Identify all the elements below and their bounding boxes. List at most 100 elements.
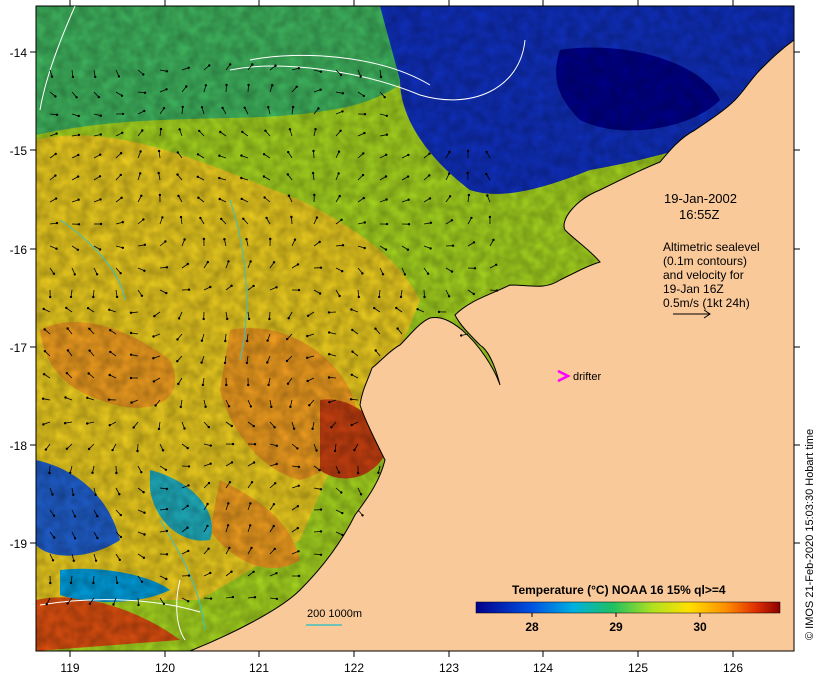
velocity-arrow-head (273, 426, 276, 429)
velocity-arrow-head (286, 337, 289, 341)
velocity-arrow-head (250, 481, 254, 484)
velocity-arrow-head (129, 353, 133, 356)
velocity-arrow-head (183, 427, 186, 430)
velocity-arrow-head (143, 243, 147, 246)
velocity-arrow-head (275, 444, 278, 447)
velocity-arrow-head (76, 175, 80, 178)
time-label: 16:55Z (679, 207, 720, 222)
velocity-arrow-head (287, 150, 290, 154)
velocity-arrow-head (109, 350, 112, 354)
x-tick-119: 119 (60, 661, 79, 675)
velocity-arrow-head (162, 107, 166, 110)
velocity-arrow-head (295, 85, 298, 89)
velocity-arrow-head (119, 513, 123, 517)
velocity-arrow-head (250, 546, 253, 550)
velocity-arrow-head (319, 88, 322, 91)
velocity-arrow-head (87, 447, 91, 451)
velocity-arrow-head (96, 515, 99, 518)
velocity-arrow-head (55, 113, 59, 117)
velocity-arrow-head (158, 193, 162, 197)
velocity-arrow-head (423, 295, 426, 299)
velocity-arrow-head (385, 222, 389, 226)
velocity-arrow-head (318, 468, 321, 472)
velocity-arrow-head (129, 331, 133, 335)
velocity-arrow-head (353, 448, 356, 452)
velocity-arrow-head (339, 129, 342, 132)
velocity-arrow-head (228, 481, 232, 484)
velocity-arrow-head (140, 194, 143, 197)
velocity-arrow-head (153, 314, 156, 318)
velocity-arrow-head (64, 396, 67, 399)
velocity-arrow-head (350, 423, 353, 427)
velocity-arrow-head (296, 526, 299, 530)
velocity-arrow-head (165, 487, 169, 491)
velocity-arrow-head (50, 75, 54, 78)
velocity-arrow-head (226, 524, 230, 527)
velocity-arrow-head (185, 85, 188, 88)
x-tick-123: 123 (439, 661, 459, 675)
velocity-arrow-head (252, 461, 256, 464)
velocity-arrow-head (200, 361, 203, 364)
velocity-arrow-head (428, 197, 432, 200)
velocity-arrow-head (99, 198, 102, 201)
velocity-arrow-head (349, 398, 353, 401)
velocity-arrow-head (252, 424, 255, 428)
velocity-arrow-head (196, 153, 200, 156)
velocity-arrow-head (86, 422, 89, 425)
velocity-arrow-head (92, 295, 95, 299)
velocity-arrow-head (204, 84, 208, 87)
velocity-arrow-head (154, 404, 157, 407)
y-tick-14: -14 (10, 46, 28, 60)
velocity-arrow-head (341, 533, 344, 537)
velocity-arrow-head (243, 106, 246, 110)
velocity-arrow-head (470, 216, 473, 220)
velocity-arrow-head (152, 335, 155, 338)
velocity-arrow-head (142, 73, 145, 76)
velocity-arrow-head (86, 307, 90, 310)
velocity-arrow-head (289, 405, 292, 408)
velocity-arrow-head (121, 131, 124, 134)
velocity-arrow-head (407, 223, 411, 226)
velocity-arrow-head (319, 553, 323, 556)
velocity-arrow-head (53, 536, 56, 539)
velocity-arrow-head (308, 404, 311, 407)
velocity-arrow-head (224, 339, 227, 343)
velocity-arrow-head (385, 133, 389, 136)
velocity-arrow-head (143, 511, 146, 514)
velocity-arrow-head (447, 295, 451, 298)
velocity-arrow-head (429, 247, 432, 250)
velocity-arrow-head (240, 197, 243, 201)
velocity-arrow-head (338, 294, 341, 298)
velocity-arrow-head (72, 493, 75, 497)
velocity-arrow-head (437, 310, 441, 314)
velocity-arrow-head (207, 547, 210, 550)
x-tick-122: 122 (344, 661, 364, 675)
velocity-arrow-head (177, 194, 180, 198)
velocity-arrow-head (350, 308, 353, 311)
velocity-arrow-head (51, 493, 54, 496)
velocity-arrow-head (267, 106, 270, 109)
velocity-arrow-head (337, 172, 340, 175)
bathymetry-label: 200 1000m (307, 608, 363, 620)
velocity-arrow-head (272, 503, 276, 506)
velocity-arrow-head (287, 317, 290, 320)
velocity-arrow-head (200, 106, 204, 109)
velocity-arrow-head (54, 152, 57, 156)
velocity-arrow-head (176, 151, 179, 154)
colorbar-gradient (475, 601, 781, 614)
velocity-arrow-head (181, 105, 184, 109)
velocity-arrow-head (157, 171, 160, 175)
velocity-arrow-head (315, 449, 318, 452)
velocity-arrow-head (338, 194, 341, 198)
velocity-arrow-head (99, 133, 103, 136)
velocity-arrow-head (385, 114, 388, 118)
velocity-arrow-head (204, 405, 207, 408)
velocity-arrow-head (97, 95, 101, 99)
velocity-arrow-head (91, 471, 94, 474)
velocity-arrow-head (129, 376, 133, 380)
velocity-arrow-head (77, 153, 80, 157)
velocity-arrow-head (164, 240, 167, 243)
velocity-arrow-head (198, 129, 201, 133)
velocity-arrow-head (262, 153, 266, 156)
velocity-arrow-head (129, 311, 133, 314)
